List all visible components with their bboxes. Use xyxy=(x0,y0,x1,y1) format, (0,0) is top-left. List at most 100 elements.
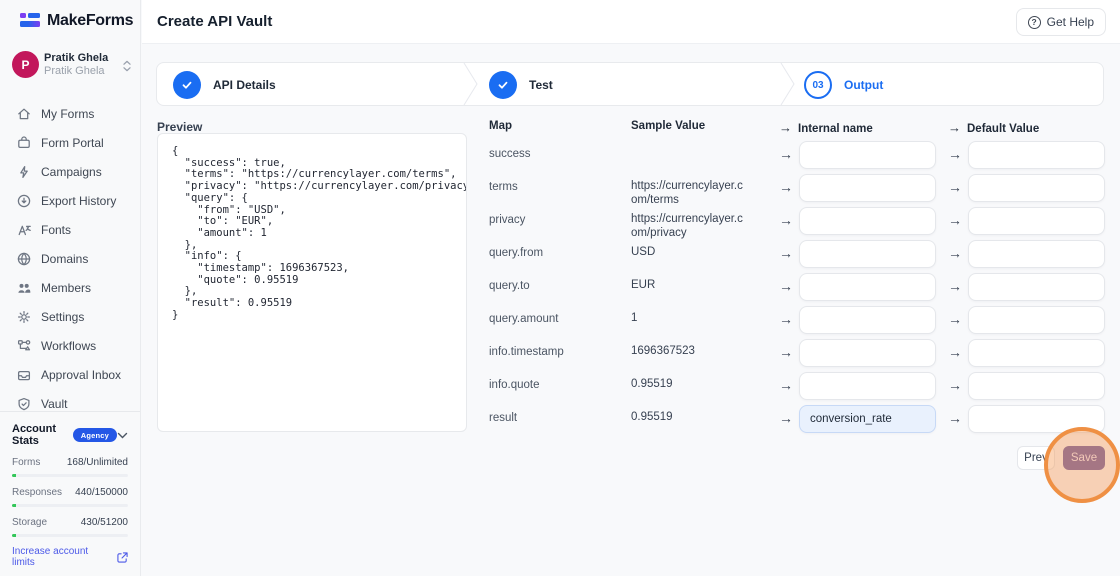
sidebar-nav: My Forms Form Portal Campaigns Export Histo… xyxy=(0,99,140,418)
sample-value: USD xyxy=(631,246,745,260)
column-header-sample-value: Sample Value xyxy=(631,120,705,132)
internal-name-input[interactable] xyxy=(799,405,936,433)
progress-bar xyxy=(12,534,128,537)
internal-name-input[interactable] xyxy=(799,174,936,202)
step-output[interactable]: Output xyxy=(844,78,883,92)
prev-button[interactable]: Prev xyxy=(1017,446,1055,470)
arrow-icon: → xyxy=(779,245,793,261)
globe-icon xyxy=(16,251,32,267)
stat-value: 168/Unlimited xyxy=(67,457,128,468)
sidebar-item-form-portal[interactable]: Form Portal xyxy=(0,128,140,157)
stat-value: 440/150000 xyxy=(75,487,128,498)
map-row-query.to: query.toEUR→→ xyxy=(142,273,1120,307)
sample-value: https://currencylayer.com/terms xyxy=(631,180,745,207)
step-2-check-icon[interactable] xyxy=(489,71,517,99)
internal-name-input[interactable] xyxy=(799,339,936,367)
arrow-icon: → xyxy=(779,377,793,393)
default-value-input[interactable] xyxy=(968,207,1105,235)
home-icon xyxy=(16,106,32,122)
sidebar-item-my-forms[interactable]: My Forms xyxy=(0,99,140,128)
avatar: P xyxy=(12,51,39,78)
field-label: result xyxy=(489,412,624,424)
step-1-check-icon[interactable] xyxy=(173,71,201,99)
stat-label: Responses xyxy=(12,487,62,498)
arrow-icon: → xyxy=(948,278,962,294)
field-label: success xyxy=(489,148,624,160)
stat-label: Forms xyxy=(12,457,40,468)
sidebar-item-label: Form Portal xyxy=(41,136,104,150)
map-row-query.amount: query.amount1→→ xyxy=(142,306,1120,340)
default-value-input[interactable] xyxy=(968,141,1105,169)
lightning-icon xyxy=(16,164,32,180)
users-icon xyxy=(16,280,32,296)
arrow-icon: → xyxy=(779,179,793,195)
sidebar-item-domains[interactable]: Domains xyxy=(0,244,140,273)
sample-value: 0.95519 xyxy=(631,411,745,425)
sidebar-item-campaigns[interactable]: Campaigns xyxy=(0,157,140,186)
arrow-icon: → xyxy=(779,410,793,426)
arrow-icon: → xyxy=(948,311,962,327)
arrow-icon: → xyxy=(948,146,962,162)
arrow-icon: → xyxy=(779,311,793,327)
arrow-icon: → xyxy=(948,179,962,195)
step-test[interactable]: Test xyxy=(529,78,553,92)
sample-value: https://currencylayer.com/privacy xyxy=(631,213,745,240)
field-label: query.to xyxy=(489,280,624,292)
column-header-default-value: →Default Value xyxy=(948,120,1039,135)
stepper-card: API Details Test 03 Output xyxy=(156,62,1104,106)
save-button[interactable]: Save xyxy=(1063,446,1105,470)
step-api-details[interactable]: API Details xyxy=(213,78,276,92)
arrow-icon: → xyxy=(779,212,793,228)
sidebar: MakeForms P Pratik Ghela Pratik Ghela My… xyxy=(0,0,141,576)
internal-name-input[interactable] xyxy=(799,141,936,169)
internal-name-input[interactable] xyxy=(799,273,936,301)
field-label: info.quote xyxy=(489,379,624,391)
fonts-icon xyxy=(16,222,32,238)
internal-name-input[interactable] xyxy=(799,240,936,268)
page-title: Create API Vault xyxy=(157,13,272,30)
column-header-map: Map xyxy=(489,120,512,132)
chevron-down-icon[interactable] xyxy=(117,432,128,439)
sidebar-item-approval-inbox[interactable]: Approval Inbox xyxy=(0,360,140,389)
default-value-input[interactable] xyxy=(968,372,1105,400)
step-3-number-icon[interactable]: 03 xyxy=(804,71,832,99)
default-value-input[interactable] xyxy=(968,405,1105,433)
default-value-input[interactable] xyxy=(968,339,1105,367)
internal-name-input[interactable] xyxy=(799,372,936,400)
internal-name-input[interactable] xyxy=(799,207,936,235)
default-value-input[interactable] xyxy=(968,306,1105,334)
stat-row-forms: Forms 168/Unlimited xyxy=(12,457,128,477)
sidebar-item-workflows[interactable]: Workflows xyxy=(0,331,140,360)
default-value-input[interactable] xyxy=(968,174,1105,202)
step-separator xyxy=(780,63,796,105)
arrow-icon: → xyxy=(779,278,793,294)
field-label: query.amount xyxy=(489,313,624,325)
sidebar-item-settings[interactable]: Settings xyxy=(0,302,140,331)
get-help-button[interactable]: ? Get Help xyxy=(1016,8,1106,36)
question-circle-icon: ? xyxy=(1028,16,1041,29)
sidebar-item-label: Approval Inbox xyxy=(41,368,121,382)
sample-value: 1696367523 xyxy=(631,345,745,359)
sidebar-item-export-history[interactable]: Export History xyxy=(0,186,140,215)
sidebar-item-label: Export History xyxy=(41,194,116,208)
stat-label: Storage xyxy=(12,517,47,528)
progress-bar xyxy=(12,504,128,507)
sidebar-item-fonts[interactable]: Fonts xyxy=(0,215,140,244)
default-value-input[interactable] xyxy=(968,273,1105,301)
arrow-icon: → xyxy=(948,245,962,261)
stat-value: 430/51200 xyxy=(81,517,128,528)
default-value-input[interactable] xyxy=(968,240,1105,268)
increase-limits-link[interactable]: Increase account limits xyxy=(12,546,128,568)
workspace-switcher[interactable]: P Pratik Ghela Pratik Ghela xyxy=(12,51,130,81)
sidebar-item-members[interactable]: Members xyxy=(0,273,140,302)
user-name: Pratik Ghela xyxy=(44,52,108,64)
field-label: privacy xyxy=(489,214,624,226)
brand-name: MakeForms xyxy=(47,12,133,30)
top-bar: Create API Vault ? Get Help xyxy=(142,0,1120,44)
gear-icon xyxy=(16,309,32,325)
sidebar-item-label: Vault xyxy=(41,397,67,411)
map-row-terms: termshttps://currencylayer.com/terms→→ xyxy=(142,174,1120,208)
internal-name-input[interactable] xyxy=(799,306,936,334)
field-label: info.timestamp xyxy=(489,346,624,358)
sidebar-item-label: Domains xyxy=(41,252,88,266)
